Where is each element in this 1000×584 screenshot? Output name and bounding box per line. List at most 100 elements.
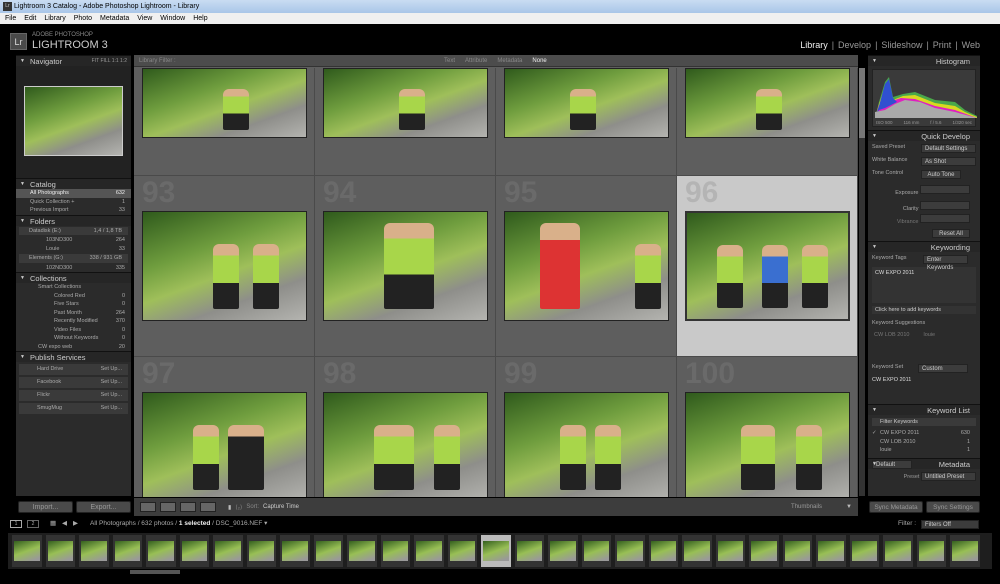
grid-cell[interactable]: 99 — [496, 357, 677, 497]
zoom-fill[interactable]: FILL — [100, 58, 110, 64]
menu-edit[interactable]: Edit — [24, 13, 36, 24]
grid-icon[interactable]: ▦ — [50, 518, 56, 530]
publish-flickr[interactable]: Flickr Set Up... — [19, 390, 128, 401]
compare-view-icon[interactable] — [180, 502, 196, 512]
spray-can-icon[interactable]: ▮ — [228, 504, 231, 511]
toolbar-menu-icon[interactable]: ▼ — [846, 504, 852, 510]
filmstrip-thumbnail[interactable] — [883, 535, 913, 567]
vibrance-stepper[interactable] — [920, 214, 970, 223]
filmstrip-thumbnail[interactable] — [682, 535, 712, 567]
collection-item[interactable]: Without Keywords 0 — [16, 334, 131, 343]
grid-cell-selected[interactable]: 96 — [677, 176, 858, 357]
module-web[interactable]: Web — [962, 40, 980, 50]
filmstrip-thumbnail[interactable] — [347, 535, 377, 567]
collection-item[interactable]: Colored Red 0 — [16, 292, 131, 301]
filmstrip-scrollbar[interactable] — [130, 570, 180, 574]
auto-tone-button[interactable]: Auto Tone — [921, 170, 961, 179]
filmstrip-thumbnail[interactable] — [414, 535, 444, 567]
module-library[interactable]: Library — [800, 40, 828, 50]
thumbnails-slider[interactable]: Thumbnails — [791, 504, 822, 510]
window-1-button[interactable]: 1 — [10, 520, 22, 528]
collection-item[interactable]: Recently Modified 370 — [16, 317, 131, 326]
menu-library[interactable]: Library — [44, 13, 65, 24]
filmstrip-thumbnail[interactable] — [916, 535, 946, 567]
navigator-header[interactable]: NavigatorFIT FILL 1:1 1:2 — [16, 55, 131, 67]
collection-item[interactable]: CW expo web 20 — [16, 343, 131, 352]
filmstrip-thumbnail[interactable] — [380, 535, 410, 567]
catalog-item[interactable]: Quick Collection +1 — [16, 198, 131, 207]
export-button[interactable]: Export... — [76, 501, 131, 513]
filmstrip-thumbnail[interactable] — [514, 535, 544, 567]
collection-item[interactable]: Video Files 0 — [16, 326, 131, 335]
filmstrip-thumbnail[interactable] — [749, 535, 779, 567]
filmstrip-thumbnail[interactable] — [146, 535, 176, 567]
filmstrip-thumbnail[interactable] — [816, 535, 846, 567]
white-balance-select[interactable]: As Shot — [921, 157, 976, 166]
filmstrip-thumbnail[interactable] — [313, 535, 343, 567]
grid-cell[interactable] — [315, 68, 496, 176]
filmstrip-thumbnail[interactable] — [581, 535, 611, 567]
filmstrip-thumbnail[interactable] — [715, 535, 745, 567]
keyword-tags-field[interactable]: CW EXPO 2011 — [872, 267, 976, 303]
metadata-preset-select[interactable]: Untitled Preset — [921, 471, 976, 481]
menu-file[interactable]: File — [5, 13, 16, 24]
survey-view-icon[interactable] — [200, 502, 216, 512]
filmstrip-thumbnail[interactable] — [849, 535, 879, 567]
publish-facebook[interactable]: Facebook Set Up... — [19, 377, 128, 388]
add-keywords-field[interactable]: Click here to add keywords — [872, 306, 976, 314]
filmstrip-thumbnail[interactable] — [79, 535, 109, 567]
grid-cell[interactable]: 94 — [315, 176, 496, 357]
grid-cell[interactable]: 100 — [677, 357, 858, 497]
catalog-item[interactable]: All Photographs 632 — [16, 189, 131, 198]
grid-view-icon[interactable] — [140, 502, 156, 512]
menu-photo[interactable]: Photo — [74, 13, 92, 24]
clarity-stepper[interactable] — [920, 201, 970, 210]
filmstrip-thumbnail[interactable] — [213, 535, 243, 567]
grid-cell[interactable]: 93 — [134, 176, 315, 357]
volume-datadisk[interactable]: Datadisk (E:) 1,4 / 1,8 TB — [19, 226, 128, 235]
keyword-tags-select[interactable]: Enter Keywords — [923, 255, 968, 271]
folders-header[interactable]: Folders — [16, 214, 131, 227]
filmstrip-thumbnail[interactable] — [782, 535, 812, 567]
sort-direction-icon[interactable]: ⟨₂⟩ — [235, 504, 242, 511]
keyword-list-header[interactable]: Keyword List — [868, 404, 980, 416]
menu-window[interactable]: Window — [160, 13, 185, 24]
catalog-item[interactable]: Previous Import 33 — [16, 206, 131, 215]
keyword-suggestion[interactable]: louie — [923, 332, 935, 338]
filmstrip-thumbnail[interactable] — [481, 535, 511, 567]
filmstrip-filter-select[interactable]: Filters Off — [921, 520, 979, 529]
filmstrip-thumbnail[interactable] — [45, 535, 75, 567]
publish-header[interactable]: Publish Services — [16, 351, 131, 363]
publish-smugmug[interactable]: SmugMug Set Up... — [19, 403, 128, 414]
grid-cell[interactable] — [677, 68, 858, 176]
volume-elements[interactable]: Elements (G:) 338 / 931 GB — [19, 254, 128, 263]
filmstrip-thumbnail[interactable] — [179, 535, 209, 567]
filter-none[interactable]: None — [532, 55, 546, 67]
filmstrip-thumbnail[interactable] — [246, 535, 276, 567]
metadata-header[interactable]: DefaultMetadata — [868, 457, 980, 470]
filmstrip-source[interactable]: All Photographs / 632 photos / 1 selecte… — [90, 518, 267, 530]
sync-metadata-button[interactable]: Sync Metadata — [869, 501, 923, 513]
module-slideshow[interactable]: Slideshow — [881, 40, 922, 50]
smart-collections[interactable]: Smart Collections — [16, 283, 131, 292]
filmstrip-thumbnail[interactable] — [12, 535, 42, 567]
module-develop[interactable]: Develop — [838, 40, 871, 50]
folder-item[interactable]: 103ND300 264 — [16, 236, 131, 245]
keyword-suggestion[interactable]: CW LOB 2010 — [874, 332, 909, 338]
filmstrip-thumbnail[interactable] — [615, 535, 645, 567]
loupe-view-icon[interactable] — [160, 502, 176, 512]
forward-arrow-icon[interactable]: ▶ — [73, 518, 78, 530]
keywording-header[interactable]: Keywording — [868, 241, 980, 253]
grid-scrollbar[interactable] — [859, 68, 865, 496]
filter-keywords-input[interactable]: Filter Keywords — [872, 418, 976, 426]
grid-cell[interactable]: 95 — [496, 176, 677, 357]
reset-all-button[interactable]: Reset All — [932, 229, 970, 238]
filmstrip-thumbnail[interactable] — [112, 535, 142, 567]
zoom-1-2[interactable]: 1:2 — [120, 58, 127, 64]
filmstrip-thumbnail[interactable] — [548, 535, 578, 567]
grid-cell[interactable]: 97 — [134, 357, 315, 497]
publish-hard-drive[interactable]: Hard Drive Set Up... — [19, 364, 128, 375]
import-button[interactable]: Import... — [18, 501, 73, 513]
filmstrip-thumbnail[interactable] — [280, 535, 310, 567]
keyword-set-select[interactable]: Custom — [918, 364, 968, 373]
